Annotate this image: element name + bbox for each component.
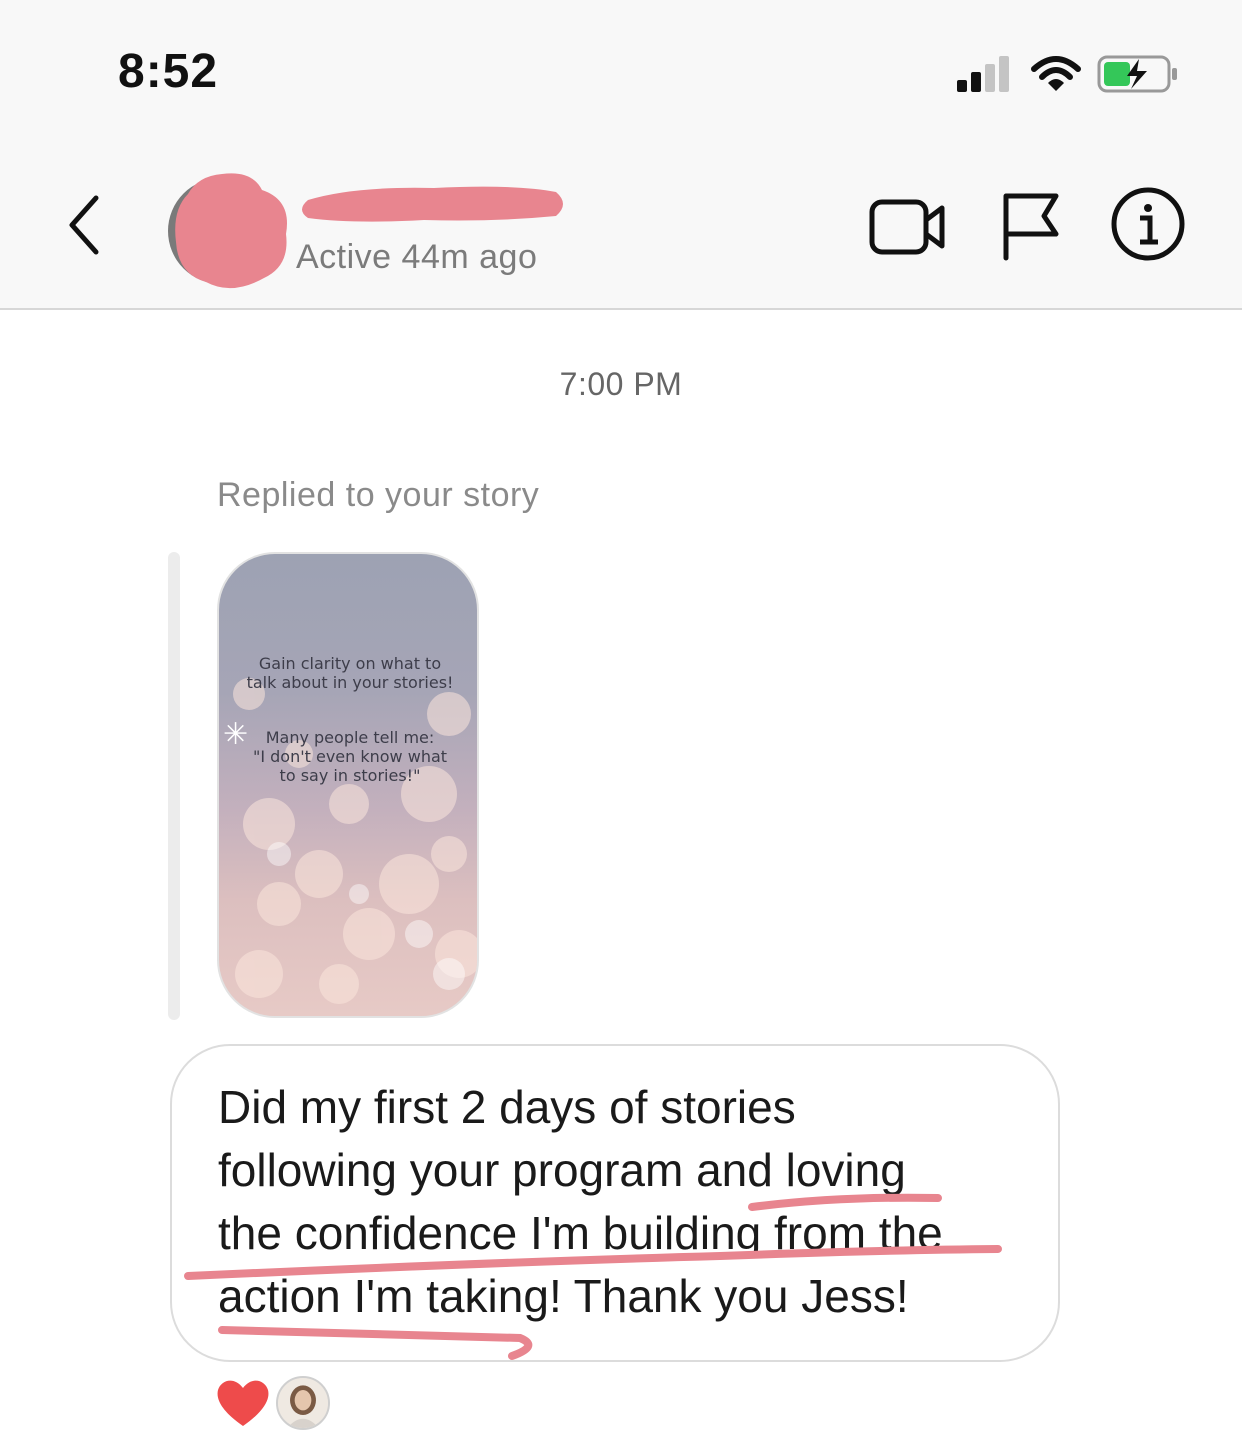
story-line: Many people tell me: (265, 728, 435, 747)
name-redaction (302, 186, 563, 222)
reactor-avatar[interactable] (276, 1376, 330, 1430)
story-line: talk about in your stories! (246, 673, 454, 692)
active-status: Active 44m ago (296, 238, 538, 276)
message-line: Did my first 2 days of stories (218, 1081, 796, 1133)
message-timestamp: 7:00 PM (559, 366, 683, 402)
status-time: 8:52 (118, 45, 219, 98)
reply-indicator-bar (168, 552, 180, 1020)
header-divider (0, 308, 1242, 310)
story-line: to say in stories!" (279, 766, 421, 785)
battery-charging-icon (1097, 55, 1177, 93)
story-bokeh-background (233, 678, 477, 1004)
video-call-icon[interactable] (866, 192, 946, 262)
story-preview[interactable]: Gain clarity on what to talk about in yo… (217, 552, 479, 1018)
message-line: action I'm taking! Thank you Jess! (218, 1270, 909, 1322)
message-text: Did my first 2 days of stories following… (218, 1076, 1038, 1328)
flag-icon[interactable] (1000, 190, 1062, 262)
message-bubble[interactable]: Did my first 2 days of stories following… (170, 1044, 1060, 1362)
story-text-body: Many people tell me: "I don't even know … (219, 728, 477, 785)
info-icon[interactable] (1110, 186, 1186, 262)
story-line: "I don't even know what (252, 747, 448, 766)
avatar-redaction (175, 173, 287, 289)
story-text-heading: Gain clarity on what to talk about in yo… (219, 654, 477, 692)
wifi-icon (1031, 56, 1081, 91)
back-button[interactable] (60, 190, 110, 260)
message-line: following your program and loving (218, 1144, 906, 1196)
cellular-signal-icon (957, 56, 1017, 92)
message-line: the confidence I'm building from the (218, 1207, 943, 1259)
story-line: Gain clarity on what to (258, 654, 442, 673)
reactor-avatar-image (278, 1378, 328, 1428)
heart-icon[interactable] (214, 1376, 272, 1430)
reply-label: Replied to your story (217, 476, 540, 514)
